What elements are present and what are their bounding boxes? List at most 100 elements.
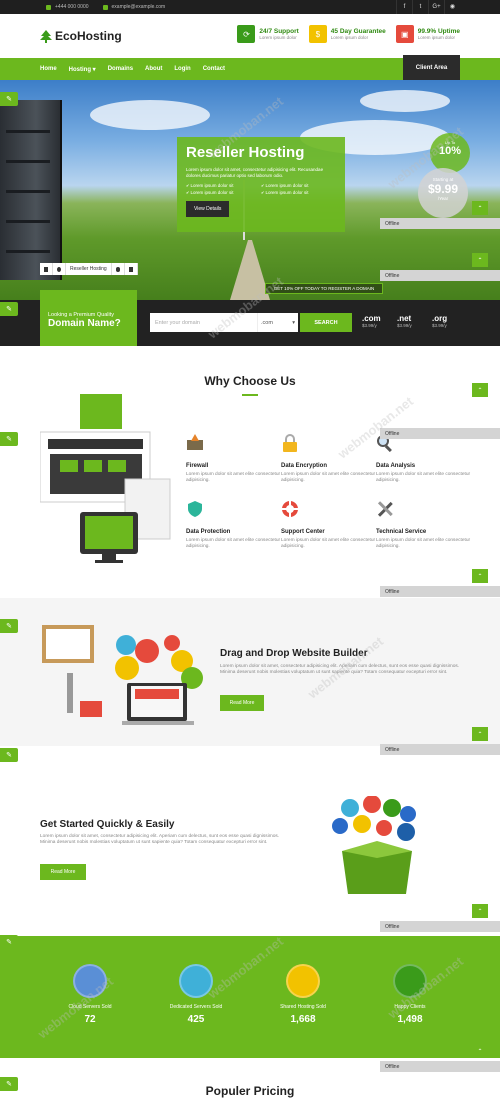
section-title: Drag and Drop Website Builder bbox=[220, 648, 368, 659]
section-title: Why Choose Us bbox=[204, 374, 296, 388]
offline-chat-widget[interactable]: Offline bbox=[380, 744, 500, 755]
offline-chat-widget[interactable]: Offline bbox=[380, 586, 500, 597]
service-technical-service: Technical Service Lorem ipsum dolor sit a… bbox=[376, 500, 476, 550]
tld-net: .net $3.99/y bbox=[397, 314, 412, 328]
offline-chat-widget[interactable]: Offline bbox=[380, 428, 500, 439]
server-icon bbox=[57, 266, 61, 272]
edit-pencil-icon[interactable]: ✎ bbox=[0, 1077, 18, 1091]
scroll-up-button[interactable]: ⌃ bbox=[472, 727, 488, 741]
section-title: Get Started Quickly & Easily bbox=[40, 819, 175, 830]
view-details-button[interactable]: View Details bbox=[186, 201, 230, 217]
cms-apps-box-illustration bbox=[332, 796, 416, 894]
scroll-up-button[interactable]: ⌃ bbox=[472, 253, 488, 267]
email-icon bbox=[102, 4, 108, 10]
read-more-button[interactable]: Read More bbox=[220, 695, 264, 711]
monitor-icon bbox=[44, 266, 48, 272]
scroll-up-button[interactable]: ⌃ bbox=[472, 383, 488, 397]
cloud bbox=[90, 100, 210, 130]
nav-contact[interactable]: Contact bbox=[203, 66, 225, 72]
nav-domains[interactable]: Domains bbox=[108, 66, 133, 72]
edit-pencil-icon[interactable]: ✎ bbox=[0, 302, 18, 316]
trophy-icon bbox=[393, 964, 427, 998]
domain-promo-banner[interactable]: GET 10% OFF TODAY TO REGISTER A DOMAIN bbox=[265, 283, 383, 294]
stat-happy-clients: Happy Clients 1,498 bbox=[360, 964, 460, 1025]
stat-dedicated-servers: Dedicated Servers Sold 425 bbox=[146, 964, 246, 1025]
feature-support: ⟳ 24/7 Support Lorem ipsum dolor bbox=[237, 25, 299, 43]
tab-cloud-server[interactable] bbox=[53, 263, 66, 275]
tld-select[interactable]: .com ▾ bbox=[257, 313, 298, 332]
social-links: f t G+ ◉ bbox=[396, 0, 460, 14]
service-support-center: Support Center Lorem ipsum dolor sit amet… bbox=[281, 500, 381, 550]
domain-input[interactable]: Enter your domain .com ▾ bbox=[150, 313, 298, 332]
tab-list[interactable] bbox=[124, 263, 138, 275]
service-data-analysis: Data Analysis Lorem ipsum dolor sit amet … bbox=[376, 434, 476, 484]
cloud bbox=[360, 90, 450, 112]
feature-guarantee: $ 45 Day Guarantee Lorem ipsum dolor bbox=[308, 25, 386, 43]
scroll-up-button[interactable]: ⌃ bbox=[472, 201, 488, 215]
hero-caption: Reseller Hosting Lorem ipsum dolor sit a… bbox=[177, 137, 345, 232]
get-started-section: Get Started Quickly & Easily Lorem ipsum… bbox=[0, 746, 500, 936]
hero-bullets: Lorem ipsum dolor sit Lorem ipsum dolor … bbox=[186, 183, 336, 195]
network-icon bbox=[286, 964, 320, 998]
shield-icon bbox=[188, 501, 202, 517]
scroll-up-button[interactable]: ⌃ bbox=[472, 1044, 488, 1058]
edit-pencil-icon[interactable]: ✎ bbox=[0, 432, 18, 446]
offline-chat-widget[interactable]: Offline bbox=[380, 218, 500, 229]
phone-contact[interactable]: +444 000 0000 bbox=[46, 4, 89, 10]
offline-chat-widget[interactable]: Offline bbox=[380, 921, 500, 932]
hero-tabs: Reseller Hosting bbox=[40, 263, 138, 275]
scroll-up-button[interactable]: ⌃ bbox=[472, 904, 488, 918]
nav-home[interactable]: Home bbox=[40, 66, 57, 72]
edit-pencil-icon[interactable]: ✎ bbox=[0, 935, 18, 949]
edit-pencil-icon[interactable]: ✎ bbox=[0, 748, 18, 762]
read-more-button[interactable]: Read More bbox=[40, 864, 86, 880]
nav-login[interactable]: Login bbox=[174, 66, 190, 72]
server-icon bbox=[179, 964, 213, 998]
email-contact[interactable]: example@example.com bbox=[102, 4, 165, 10]
google-plus-icon[interactable]: G+ bbox=[428, 0, 444, 14]
offline-chat-widget[interactable]: Offline bbox=[380, 1061, 500, 1072]
nav-hosting[interactable]: Hosting ▾ bbox=[69, 66, 96, 73]
header-features: ⟳ 24/7 Support Lorem ipsum dolor $ 45 Day… bbox=[227, 25, 460, 43]
site-logo[interactable]: EcoHosting bbox=[40, 29, 122, 43]
service-data-encryption: Data Encryption Lorem ipsum dolor sit ame… bbox=[281, 434, 381, 484]
hero-desc: Lorem ipsum dolor sit amet, consectetur … bbox=[186, 167, 324, 178]
domain-search-button[interactable]: SEARCH bbox=[300, 313, 352, 332]
scroll-up-button[interactable]: ⌃ bbox=[472, 569, 488, 583]
stats-section: Cloud Servers Sold 72 Dedicated Servers S… bbox=[0, 936, 500, 1058]
feature-uptime: ▣ 99.9% Uptime Lorem ipsum dolor bbox=[395, 25, 460, 43]
cloud-icon bbox=[115, 266, 120, 272]
edit-pencil-icon[interactable]: ✎ bbox=[0, 619, 18, 633]
offline-chat-widget[interactable]: Offline bbox=[380, 270, 500, 281]
stat-cloud-servers: Cloud Servers Sold 72 bbox=[40, 964, 140, 1025]
service-data-protection: Data Protection Lorem ipsum dolor sit ame… bbox=[186, 500, 286, 550]
tld-org: .org $3.99/y bbox=[432, 314, 448, 328]
money-icon: $ bbox=[308, 25, 327, 43]
twitter-icon[interactable]: t bbox=[412, 0, 428, 14]
website-builder-illustration bbox=[42, 625, 203, 725]
stat-shared-hosting: Shared Hosting Sold 1,668 bbox=[253, 964, 353, 1025]
web-devices-illustration bbox=[40, 394, 171, 563]
tld-com: .com $3.99/y bbox=[362, 314, 381, 328]
section-text: Lorem ipsum dolor sit amet, consectetur … bbox=[220, 664, 460, 675]
tab-cloud[interactable] bbox=[111, 263, 125, 275]
nav-about[interactable]: About bbox=[145, 66, 162, 72]
facebook-icon[interactable]: f bbox=[396, 0, 412, 14]
chevron-down-icon: ▾ bbox=[292, 319, 295, 326]
tab-monitor[interactable] bbox=[40, 263, 53, 275]
lock-icon bbox=[283, 434, 297, 452]
top-bar: +444 000 0000 example@example.com f t G+… bbox=[0, 0, 500, 14]
section-text: Lorem ipsum dolor sit amet, consectetur … bbox=[40, 834, 280, 845]
client-area-button[interactable]: Client Area bbox=[403, 55, 460, 80]
field-path bbox=[230, 240, 270, 300]
drag-drop-builder-section: Drag and Drop Website Builder Lorem ipsu… bbox=[0, 598, 500, 746]
tab-reseller-hosting[interactable]: Reseller Hosting bbox=[66, 263, 112, 275]
section-title: Populer Pricing bbox=[205, 1084, 295, 1098]
rss-icon[interactable]: ◉ bbox=[444, 0, 460, 14]
edit-pencil-icon[interactable]: ✎ bbox=[0, 92, 18, 106]
tools-icon bbox=[377, 501, 393, 517]
firewall-icon bbox=[187, 434, 203, 450]
phone-icon bbox=[46, 4, 51, 10]
uptime-icon: ▣ bbox=[395, 25, 414, 43]
title-underline bbox=[242, 394, 258, 396]
